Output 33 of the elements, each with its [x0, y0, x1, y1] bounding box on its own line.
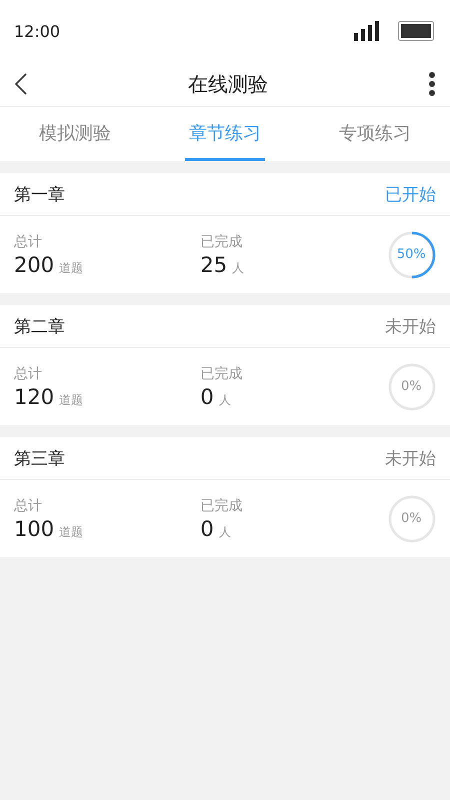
progress-percent: 50% [396, 247, 426, 262]
stat-label: 总计 [14, 496, 43, 514]
stat-label: 已完成 [200, 496, 244, 514]
stat-value: 120 道题 [14, 384, 84, 408]
more-icon[interactable] [428, 71, 436, 97]
stat-label: 总计 [14, 232, 43, 250]
stat-value: 200 道题 [14, 252, 84, 276]
chapter-title: 第一章 [14, 184, 65, 206]
back-icon[interactable] [14, 72, 28, 96]
chapter-status: 未开始 [385, 316, 436, 338]
stat-value: 25 人 [200, 252, 246, 276]
progress-ring [386, 230, 437, 280]
stat-label: 已完成 [200, 364, 244, 382]
stat-label: 总计 [14, 364, 43, 382]
tab[interactable]: 章节练习 [185, 107, 265, 161]
progress-ring [386, 494, 437, 544]
tab[interactable]: 专项练习 [335, 107, 415, 161]
stat-value: 100 道题 [14, 516, 84, 540]
chapter-status: 已开始 [385, 184, 436, 206]
stat-value: 0 人 [200, 516, 232, 540]
progress-percent: 0% [401, 379, 422, 394]
chapter-title: 第二章 [14, 316, 65, 338]
progress-percent: 0% [401, 511, 422, 526]
stat-label: 已完成 [200, 232, 244, 250]
stat-value: 0 人 [200, 384, 232, 408]
page-title: 在线测验 [188, 70, 268, 98]
battery-icon [398, 21, 434, 41]
chapter-title: 第三章 [14, 448, 65, 470]
status-time: 12:00 [14, 22, 60, 40]
progress-ring [386, 362, 437, 412]
signal-icon [354, 21, 380, 41]
tab[interactable]: 模拟测验 [35, 107, 115, 161]
chapter-status: 未开始 [385, 448, 436, 470]
